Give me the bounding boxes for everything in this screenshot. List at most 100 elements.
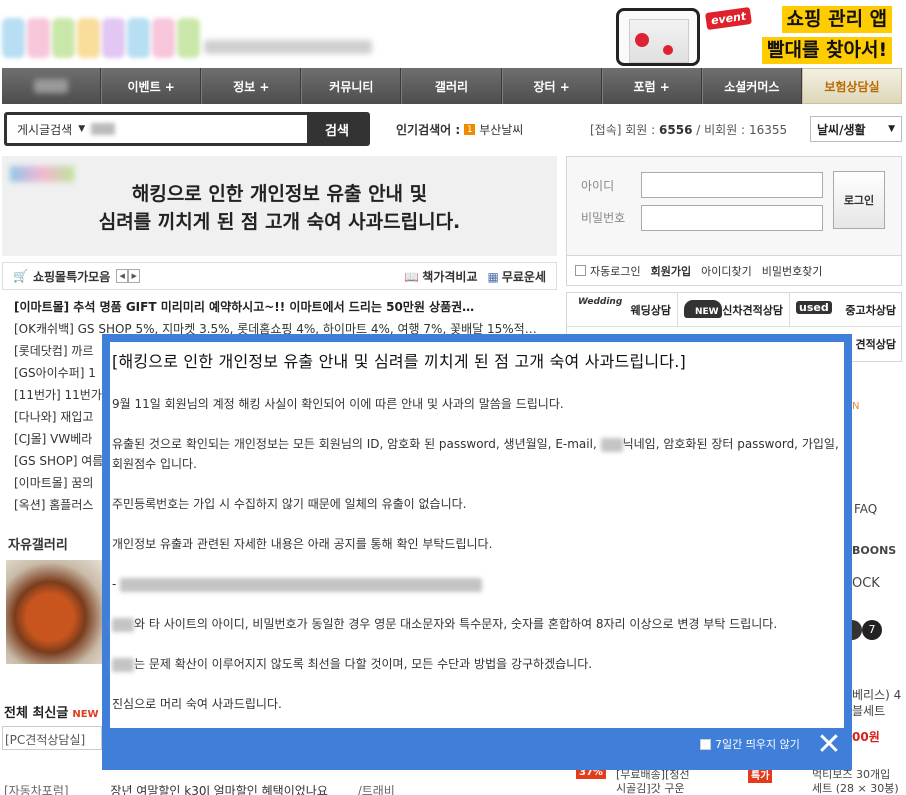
- ock-label: OCK: [852, 576, 880, 591]
- app-promo-line2: 빨대를 찾아서!: [762, 37, 893, 64]
- nav-social-commerce[interactable]: 소셜커머스: [701, 68, 802, 104]
- stats-member-count: 6556: [659, 123, 693, 137]
- modal-paragraph-2: 유출된 것으로 확인되는 개인정보는 모든 회원님의 ID, 암호화 된 pas…: [112, 434, 842, 474]
- join-link[interactable]: 회원가입: [651, 263, 691, 279]
- nav-info[interactable]: 정보 +: [201, 68, 302, 104]
- site-tagline: [204, 40, 372, 54]
- search-category-extra: [91, 123, 116, 135]
- latest-post-row[interactable]: [자동차포럼] 장년 여말할인 k30l 얼마할인 혜택이었나요 /트래비: [4, 782, 395, 795]
- redacted-site-name: [600, 437, 623, 452]
- modal-p2-start: 유출된 것으로 확인되는 개인정보는 모든 회원님의 ID, 암호화 된 pas…: [112, 437, 597, 451]
- password-label: 비밀번호: [581, 211, 626, 225]
- modal-p5-prefix: -: [112, 577, 117, 591]
- latest-posts-header: 전체 최신글 NEW: [4, 702, 99, 721]
- banner-line2: 심려를 끼치게 된 점 고개 숙여 사과드립니다.: [98, 211, 461, 233]
- post-title: 장년 여말할인 k30l 얼마할인 혜택이었나요: [110, 784, 328, 795]
- login-box: 아이디 비밀번호 로그인: [566, 156, 902, 256]
- product-series[interactable]: 베리스) 4: [852, 686, 901, 703]
- used-tag: used: [796, 301, 832, 314]
- stats-guest-label: / 비회원 :: [696, 123, 746, 137]
- nav-market[interactable]: 장터 +: [501, 68, 602, 104]
- modal-p6-text: 와 타 사이트의 아이디, 비밀번호가 동일한 경우 영문 대소문자와 특수문자…: [134, 617, 778, 631]
- quick-quote-label: 견적상담: [855, 338, 896, 351]
- popular-rank-badge: 1: [464, 124, 476, 135]
- modal-paragraph-4: 개인정보 유출과 관련된 자세한 내용은 아래 공지를 통해 확인 부탁드립니다…: [112, 537, 493, 551]
- login-button[interactable]: 로그인: [833, 171, 885, 229]
- redacted-site-name: [112, 657, 134, 672]
- modal-p2-mid: 닉네임, 암호화된 장터 password,: [622, 437, 798, 451]
- redacted-site-name: [112, 617, 134, 632]
- no-show-7days-checkbox[interactable]: 7일간 띄우지 않기: [700, 736, 800, 752]
- nav-community[interactable]: 커뮤니티: [301, 68, 402, 104]
- carousel-dots[interactable]: 7: [852, 620, 882, 640]
- price-compare-link[interactable]: 📖 책가격비교: [404, 268, 477, 285]
- free-fortune-link[interactable]: ▦ 무료운세: [487, 268, 546, 285]
- product-mid-line2[interactable]: 시골김]갓 구운: [616, 780, 685, 795]
- quick-used-car[interactable]: used 중고차상담: [790, 293, 902, 327]
- tab-pc-counsel[interactable]: [PC견적상담실]: [2, 726, 102, 750]
- next-icon[interactable]: ▶: [128, 269, 141, 283]
- gallery-title[interactable]: 자유갤러리: [8, 534, 68, 553]
- caret-down-icon: ▼: [78, 124, 86, 134]
- product-set[interactable]: 블세트: [852, 702, 885, 719]
- gallery-thumbnail[interactable]: [6, 560, 104, 664]
- caret-down-icon: ▼: [888, 124, 895, 134]
- modal-title: [해킹으로 인한 개인정보 유출 안내 및 심려를 끼치게 된 점 고개 숙여 …: [112, 352, 686, 371]
- redacted-notice-link[interactable]: [120, 577, 483, 592]
- search-input[interactable]: [121, 121, 307, 137]
- main-nav: 이벤트 + 정보 + 커뮤니티 갤러리 장터 + 포럼 + 소셜커머스 보험상담…: [2, 68, 902, 104]
- stats-member-label: [접속] 회원 :: [590, 123, 656, 137]
- banner-text: 해킹으로 인한 개인정보 유출 안내 및 심려를 끼치게 된 점 고개 숙여 사…: [2, 180, 557, 236]
- app-promo-text[interactable]: 쇼핑 관리 앱 빨대를 찾아서!: [762, 6, 893, 64]
- book-icon: 📖: [404, 269, 420, 284]
- search-button[interactable]: 검색: [307, 115, 367, 143]
- nav-gallery[interactable]: 갤러리: [401, 68, 502, 104]
- calendar-icon: ▦: [487, 269, 499, 284]
- modal-paragraph-3: 주민등록번호는 가입 시 수집하지 않기 때문에 일체의 유출이 없습니다.: [112, 497, 467, 511]
- id-label: 아이디: [581, 179, 615, 193]
- quick-new-car[interactable]: NEW 신차견적상담: [678, 293, 790, 327]
- notice-banner[interactable]: 해킹으로 인한 개인정보 유출 안내 및 심려를 끼치게 된 점 고개 숙여 사…: [2, 156, 557, 256]
- stats-guest-count: 16355: [748, 123, 788, 137]
- product-right-line2[interactable]: 세트 (28 × 30봉): [812, 780, 899, 795]
- free-fortune-label: 무료운세: [501, 269, 546, 284]
- faq-link[interactable]: FAQ: [854, 502, 877, 516]
- id-input[interactable]: [641, 172, 823, 198]
- latest-title: 전체 최신글: [4, 706, 69, 721]
- deals-tools: 📖 책가격비교 ▦ 무료운세: [404, 268, 546, 285]
- nav-home[interactable]: [2, 68, 102, 104]
- new-badge: NEW: [72, 709, 99, 720]
- nav-insurance[interactable]: 보험상담실: [801, 68, 902, 104]
- notice-modal: [해킹으로 인한 개인정보 유출 안내 및 심려를 끼치게 된 점 고개 숙여 …: [102, 334, 852, 770]
- popular-term-link[interactable]: 부산날씨: [479, 121, 523, 138]
- close-icon[interactable]: ✕: [814, 730, 844, 760]
- post-author: /트래비: [357, 784, 395, 795]
- nav-event[interactable]: 이벤트 +: [101, 68, 202, 104]
- auto-login-checkbox[interactable]: 자동로그인: [575, 263, 641, 279]
- phone-image: [616, 8, 700, 66]
- modal-body: [해킹으로 인한 개인정보 유출 안내 및 심려를 끼치게 된 점 고개 숙여 …: [110, 342, 844, 728]
- search-bar: 게시글검색 ▼ 검색: [4, 112, 370, 146]
- modal-paragraph-1: 9월 11일 회원님의 계정 해킹 사실이 확인되어 이에 따른 안내 및 사과…: [112, 397, 564, 411]
- quick-wedding[interactable]: Wedding 웨딩상담: [567, 293, 678, 327]
- app-promo-banner[interactable]: event: [614, 4, 753, 66]
- find-id-link[interactable]: 아이디찾기: [701, 263, 752, 279]
- password-input[interactable]: [641, 205, 823, 231]
- quick-wedding-label: 웨딩상담: [630, 303, 671, 317]
- nav-forum[interactable]: 포럼 +: [601, 68, 702, 104]
- list-item[interactable]: [이마트몰] 추석 명품 GIFT 미리미리 예약하시고~!! 이마트에서 드리…: [14, 296, 550, 318]
- deals-pager: ◀ ▶: [116, 269, 141, 283]
- modal-paragraph-7: 는 문제 확산이 이루어지지 않도록 최선을 다할 것이며, 모든 수단과 방법…: [112, 654, 842, 674]
- prev-icon[interactable]: ◀: [116, 269, 129, 283]
- search-category-select[interactable]: 게시글검색 ▼: [7, 115, 307, 143]
- weather-dropdown[interactable]: 날씨/생활 ▼: [810, 116, 902, 142]
- modal-footer: 7일간 띄우지 않기 ✕: [102, 728, 852, 770]
- deals-title: 쇼핑몰특가모음: [32, 269, 111, 284]
- modal-paragraph-8: 진심으로 머리 숙여 사과드립니다.: [112, 697, 282, 711]
- site-logo[interactable]: [2, 18, 200, 58]
- find-password-link[interactable]: 비밀번호찾기: [762, 263, 823, 279]
- cart-icon: 🛒: [13, 269, 28, 283]
- new-tag: NEW: [692, 307, 722, 317]
- modal-paragraph-6: 와 타 사이트의 아이디, 비밀번호가 동일한 경우 영문 대소문자와 특수문자…: [112, 614, 842, 634]
- search-category-label: 게시글검색: [17, 122, 73, 137]
